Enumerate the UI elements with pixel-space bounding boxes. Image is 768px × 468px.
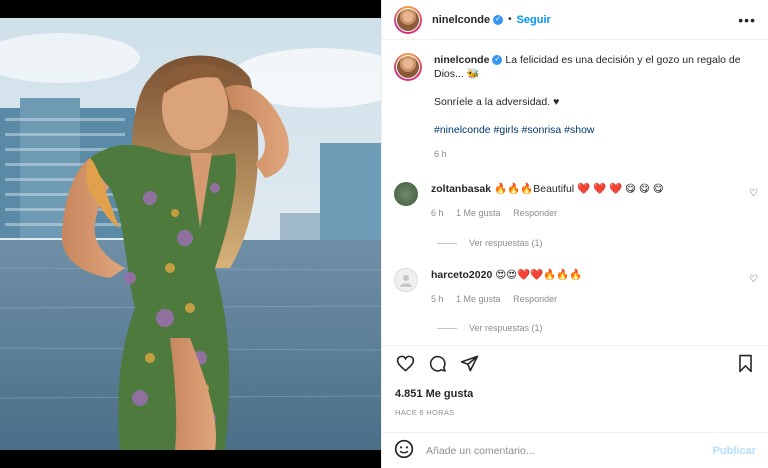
- post-image: [0, 18, 381, 450]
- comment-text: 😍😍❤️❤️🔥🔥🔥: [495, 269, 583, 281]
- comment-likes[interactable]: 1 Me gusta: [456, 294, 501, 304]
- heart-icon[interactable]: [394, 353, 416, 375]
- share-icon[interactable]: [458, 353, 480, 375]
- caption-time[interactable]: 6 h: [434, 147, 756, 161]
- comment-likes[interactable]: 1 Me gusta: [456, 208, 501, 218]
- publish-button[interactable]: Publicar: [713, 445, 756, 457]
- caption-text-line2: Sonríele a la adversidad. ♥: [434, 96, 560, 108]
- comment-like-heart-icon[interactable]: ♡: [749, 188, 758, 199]
- comment-item: harceto2020 😍😍❤️❤️🔥🔥🔥 5 h 1 Me gusta Res…: [382, 268, 768, 306]
- comment-avatar[interactable]: [394, 268, 418, 292]
- comments-section: ninelconde ✓ La felicidad es una decisión…: [382, 41, 768, 344]
- more-options-icon[interactable]: •••: [738, 12, 756, 28]
- author-username[interactable]: ninelconde: [432, 14, 490, 26]
- add-comment-bar: Publicar: [382, 432, 768, 468]
- comment-like-heart-icon[interactable]: ♡: [749, 274, 758, 285]
- comment-input[interactable]: [426, 444, 713, 457]
- post-header: ninelconde ✓ • Seguir •••: [382, 0, 768, 40]
- follow-button[interactable]: Seguir: [517, 14, 551, 26]
- comment-username[interactable]: harceto2020: [431, 269, 492, 281]
- default-avatar-icon: [400, 275, 412, 287]
- verified-badge-icon: ✓: [493, 14, 504, 25]
- post-photo[interactable]: [0, 18, 381, 450]
- replies-divider: [437, 327, 457, 329]
- comment-time[interactable]: 5 h: [431, 294, 444, 304]
- view-replies-label[interactable]: Ver respuestas (1): [469, 323, 543, 333]
- likes-count[interactable]: 4.851 Me gusta: [395, 388, 473, 400]
- post-actions-bar: [382, 345, 768, 381]
- comment-item: zoltanbasak 🔥🔥🔥Beautiful ❤️ ❤️ ❤️ 😋 😋 😋 …: [382, 182, 768, 220]
- caption-username[interactable]: ninelconde: [434, 54, 489, 66]
- comment-reply-button[interactable]: Responder: [513, 208, 557, 218]
- emoji-icon[interactable]: [394, 439, 414, 462]
- view-replies[interactable]: Ver respuestas (1): [437, 323, 543, 333]
- author-avatar[interactable]: [394, 5, 422, 34]
- comment-text: 🔥🔥🔥Beautiful ❤️ ❤️ ❤️ 😋 😋 😋: [494, 183, 664, 195]
- separator-dot: •: [508, 14, 512, 25]
- caption-hashtags[interactable]: #ninelconde #girls #sonrisa #show: [434, 123, 756, 137]
- caption-avatar[interactable]: [394, 53, 422, 81]
- bookmark-icon[interactable]: [734, 353, 756, 375]
- replies-divider: [437, 242, 457, 244]
- post-timestamp[interactable]: HACE 6 HORAS: [395, 408, 454, 417]
- comment-username[interactable]: zoltanbasak: [431, 183, 491, 195]
- comment-time[interactable]: 6 h: [431, 208, 444, 218]
- comment-icon[interactable]: [426, 353, 448, 375]
- post-modal: ninelconde ✓ • Seguir ••• ninelconde ✓ La…: [0, 0, 768, 468]
- post-details-panel: ninelconde ✓ • Seguir ••• ninelconde ✓ La…: [381, 0, 768, 468]
- comment-avatar[interactable]: [394, 182, 418, 206]
- post-caption: ninelconde ✓ La felicidad es una decisión…: [382, 41, 768, 161]
- view-replies[interactable]: Ver respuestas (1): [437, 238, 543, 248]
- view-replies-label[interactable]: Ver respuestas (1): [469, 238, 543, 248]
- verified-badge-icon: ✓: [492, 55, 503, 66]
- comment-reply-button[interactable]: Responder: [513, 294, 557, 304]
